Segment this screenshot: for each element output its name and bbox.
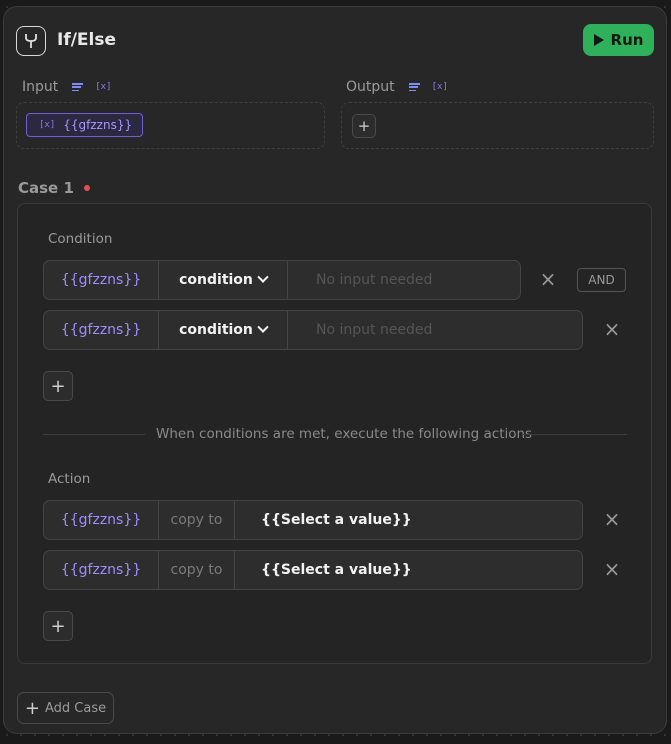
divider-right (523, 434, 627, 435)
and-toggle-button[interactable]: AND (577, 268, 626, 292)
output-section-label: Output [x] (346, 79, 448, 95)
add-condition-button[interactable]: + (43, 371, 73, 401)
variable-icon: [x] (39, 120, 56, 130)
text-lines-icon[interactable] (408, 83, 420, 91)
chevron-down-icon (257, 271, 269, 283)
action-row: {{gfzzns}} copy to {{Select a value}} (43, 500, 583, 540)
action-variable[interactable]: {{gfzzns}} (44, 501, 159, 539)
status-dot (83, 185, 90, 191)
action-operator: copy to (159, 501, 235, 539)
add-action-button[interactable]: + (43, 611, 73, 641)
close-icon[interactable]: × (602, 507, 622, 531)
condition-value-input[interactable]: No input needed (288, 311, 582, 349)
run-button[interactable]: Run (583, 24, 654, 56)
close-icon[interactable]: × (602, 317, 622, 341)
output-box: + (341, 102, 654, 149)
condition-variable[interactable]: {{gfzzns}} (44, 261, 159, 299)
condition-operator-label: condition (179, 322, 253, 338)
case-label: Case 1 (18, 179, 90, 197)
condition-variable[interactable]: {{gfzzns}} (44, 311, 159, 349)
divider-text: When conditions are met, execute the fol… (156, 426, 533, 442)
action-row: {{gfzzns}} copy to {{Select a value}} (43, 550, 583, 590)
variable-icon[interactable]: [x] (432, 82, 448, 92)
action-label: Action (48, 471, 91, 487)
input-label: Input (22, 79, 59, 95)
output-label: Output (346, 79, 395, 95)
case-box: Condition {{gfzzns}} condition No input … (17, 203, 652, 664)
chevron-down-icon (257, 321, 269, 333)
condition-operator-select[interactable]: condition (159, 261, 288, 299)
node-title: If/Else (57, 30, 117, 50)
branch-icon (16, 26, 46, 56)
play-icon (593, 34, 604, 46)
input-box[interactable]: [x] {{gfzzns}} (16, 102, 325, 149)
add-output-button[interactable]: + (352, 114, 376, 138)
condition-operator-label: condition (179, 272, 253, 288)
condition-label: Condition (48, 231, 113, 247)
action-value-select[interactable]: {{Select a value}} (235, 501, 582, 539)
input-variable-text: {{gfzzns}} (63, 118, 133, 132)
condition-row: {{gfzzns}} condition No input needed (43, 310, 583, 350)
text-lines-icon[interactable] (72, 83, 84, 91)
divider-left (43, 434, 145, 435)
input-section-label: Input [x] (22, 79, 112, 95)
variable-icon[interactable]: [x] (95, 82, 111, 92)
condition-row: {{gfzzns}} condition No input needed (43, 260, 521, 300)
add-case-button[interactable]: + Add Case (17, 692, 114, 724)
condition-value-input[interactable]: No input needed (288, 261, 520, 299)
add-case-label: Add Case (44, 700, 107, 716)
action-value-select[interactable]: {{Select a value}} (235, 551, 582, 589)
node-header: If/Else Run (16, 24, 654, 60)
close-icon[interactable]: × (602, 557, 622, 581)
plus-icon: + (24, 697, 40, 719)
run-label: Run (610, 31, 644, 49)
close-icon[interactable]: × (538, 267, 558, 291)
if-else-node: If/Else Run Input [x] [x] {{gfzzns}} Out… (3, 6, 667, 734)
action-variable[interactable]: {{gfzzns}} (44, 551, 159, 589)
action-operator: copy to (159, 551, 235, 589)
condition-operator-select[interactable]: condition (159, 311, 288, 349)
input-variable-chip[interactable]: [x] {{gfzzns}} (26, 113, 144, 137)
case-title: Case 1 (18, 179, 74, 197)
